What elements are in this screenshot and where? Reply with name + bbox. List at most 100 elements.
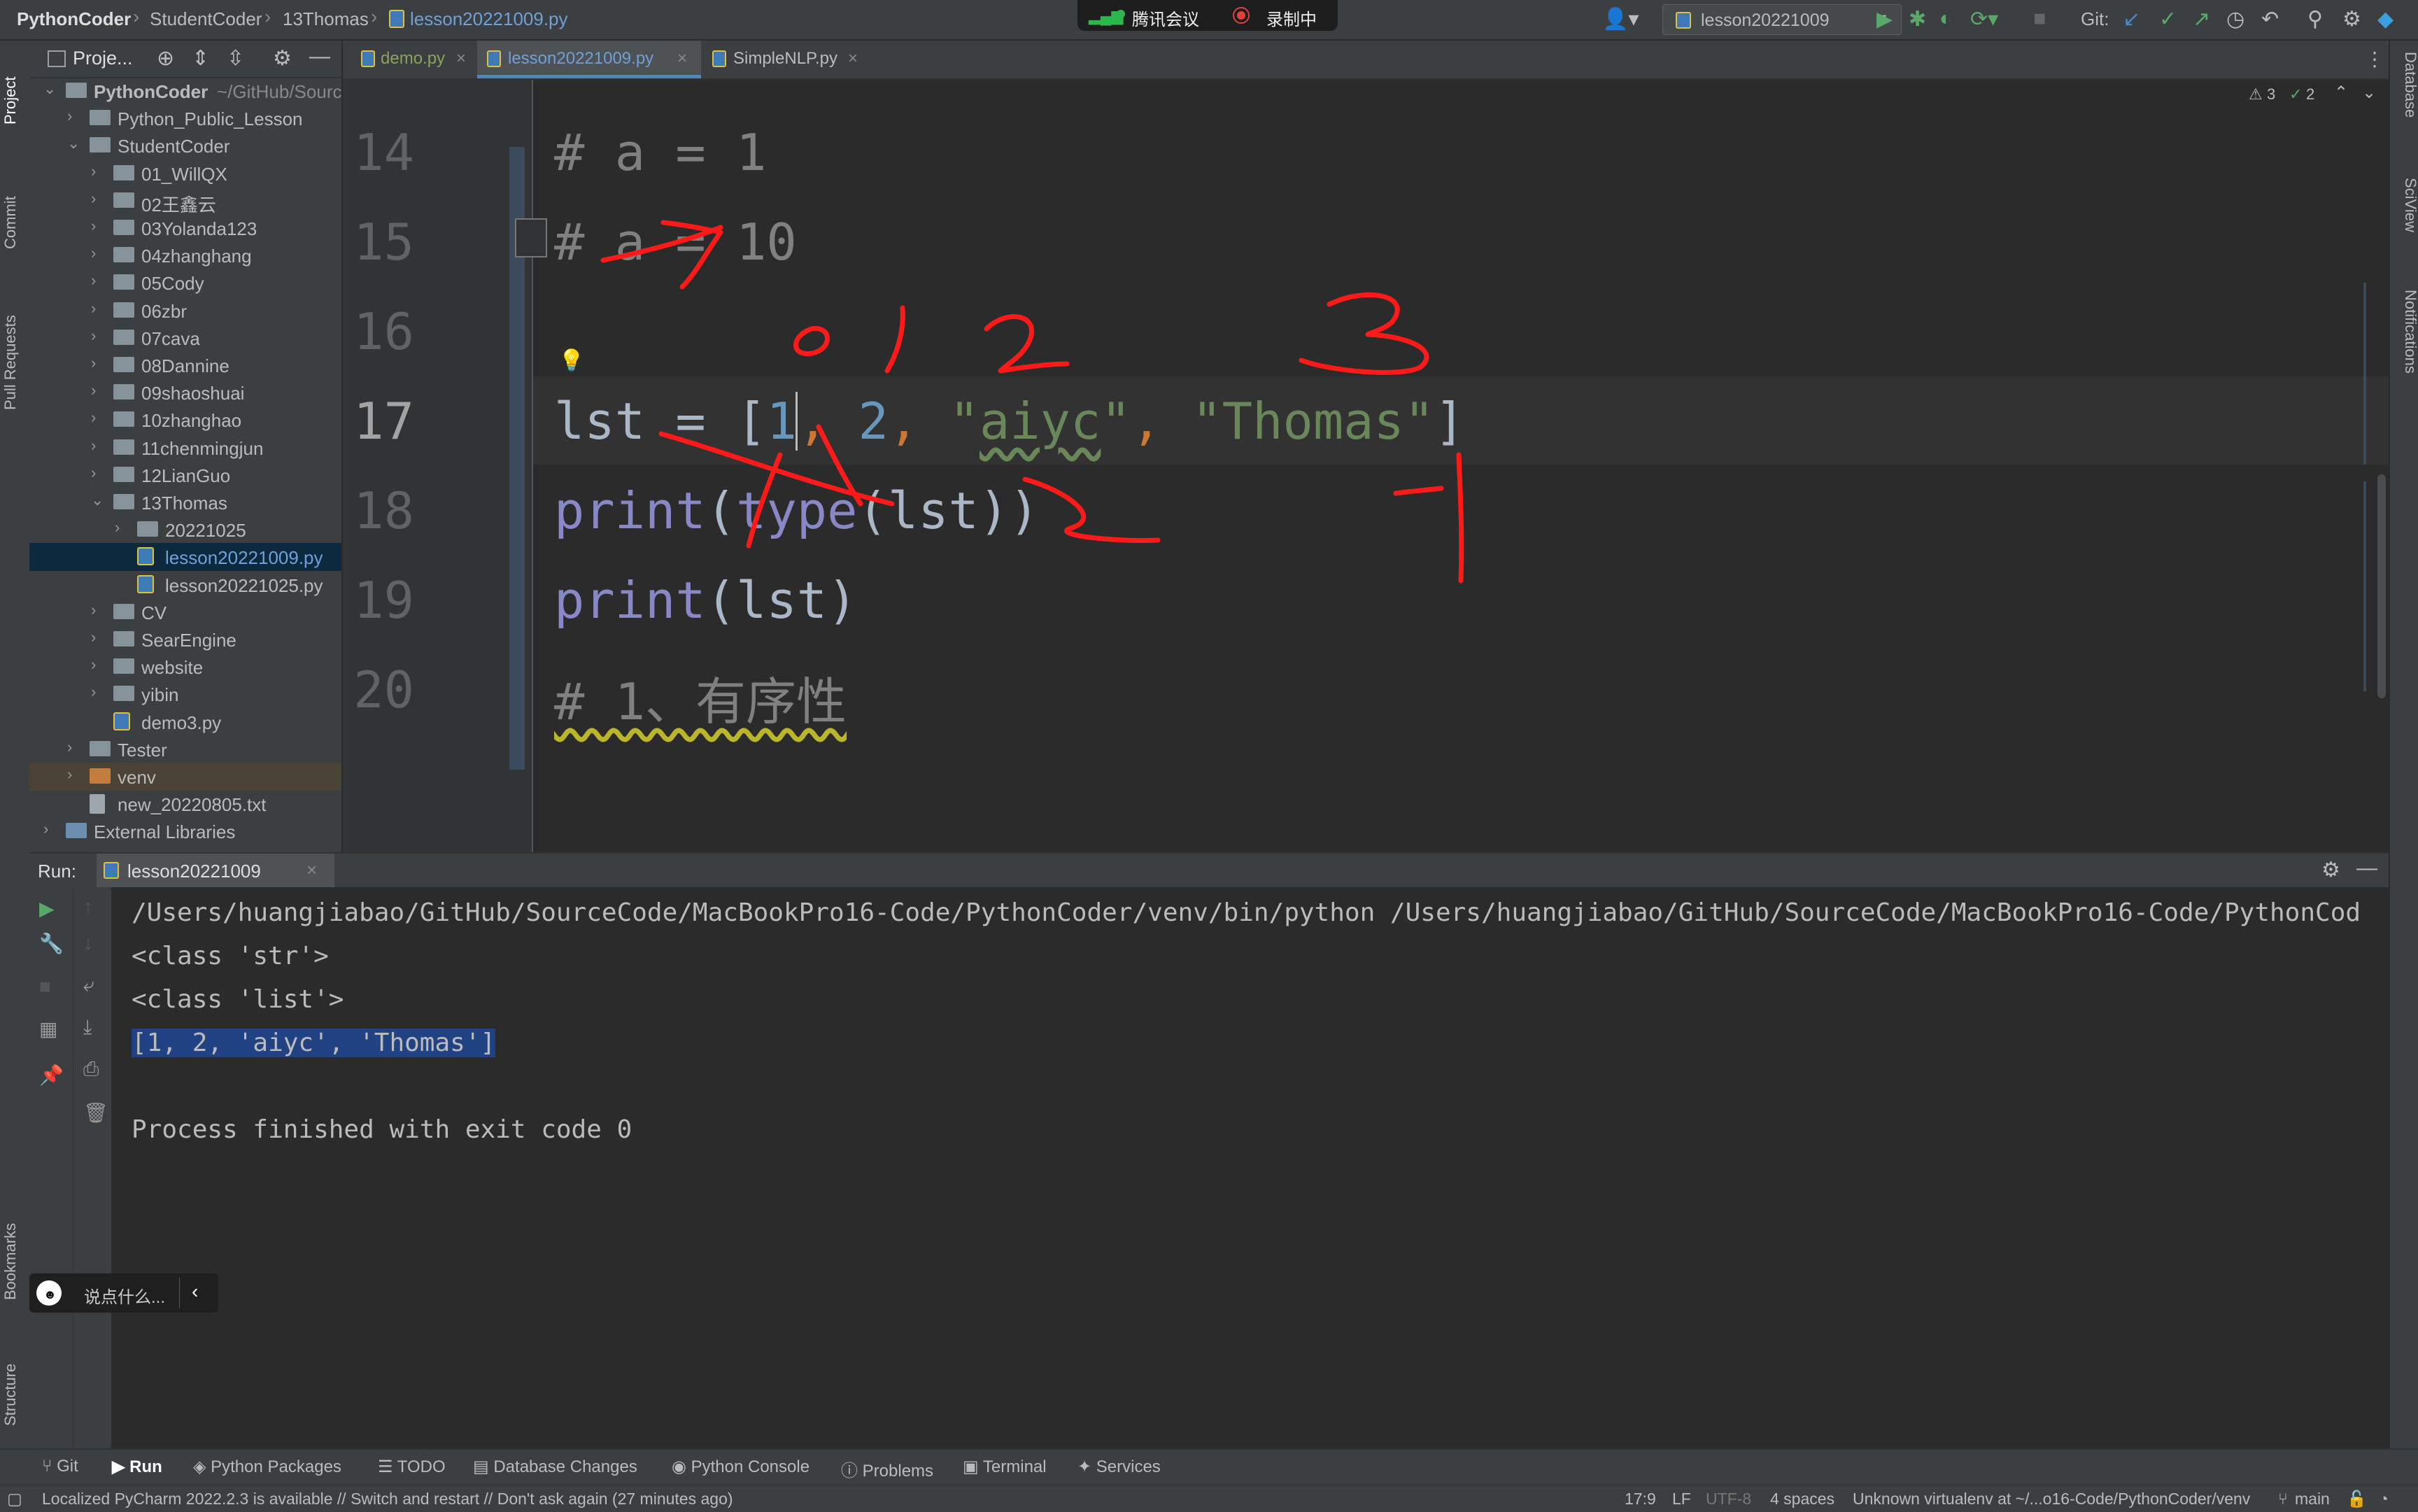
indent-setting[interactable]: 4 spaces (1770, 1490, 1834, 1509)
collapse-all-icon[interactable]: ⇳ (227, 46, 244, 71)
warning-icon[interactable]: ⚠ (2249, 85, 2263, 104)
chevron-right-icon[interactable]: › (91, 271, 96, 290)
chevron-down-icon[interactable]: ⌄ (43, 80, 56, 98)
chevron-right-icon[interactable]: › (91, 656, 96, 674)
chevron-down-icon[interactable]: ⌄ (67, 134, 80, 153)
breadcrumb-13thomas[interactable]: 13Thomas (283, 8, 369, 30)
chevron-right-icon[interactable]: › (91, 601, 96, 619)
tree-item[interactable]: › 04zhanghang (29, 241, 341, 269)
run-tab[interactable]: lesson20221009 × (97, 854, 334, 887)
stop-icon[interactable]: ■ (2033, 7, 2046, 31)
tree-item[interactable]: › venv (29, 763, 341, 791)
tree-item[interactable]: › Tester (29, 735, 341, 763)
tree-item[interactable]: › External Libraries (29, 817, 341, 845)
pin-icon[interactable]: 📌 (39, 1064, 64, 1087)
tree-item[interactable]: lesson20221009.py (29, 543, 341, 572)
tree-item[interactable]: › CV (29, 598, 341, 626)
git-commit-icon[interactable]: ✓ (2159, 7, 2177, 31)
breadcrumb-project[interactable]: PythonCoder (17, 8, 131, 30)
chevron-right-icon[interactable]: › (91, 299, 96, 318)
chevron-right-icon[interactable]: › (67, 765, 72, 784)
chevron-right-icon[interactable]: › (91, 437, 96, 455)
close-icon[interactable]: × (677, 49, 687, 69)
tab-lesson20221009[interactable]: lesson20221009.py × (477, 41, 701, 78)
wrench-icon[interactable]: 🔧 (39, 932, 64, 955)
editor-scrollbar[interactable] (2377, 474, 2386, 698)
tool-tab-problems[interactable]: ⓘ Problems (841, 1457, 933, 1481)
tool-tab-pull-requests[interactable]: Pull Requests (1, 292, 28, 432)
caret-position[interactable]: 17:9 (1625, 1490, 1656, 1509)
chevron-right-icon[interactable]: › (91, 217, 96, 235)
tree-item[interactable]: › 07cava (29, 324, 341, 352)
tool-tab-terminal[interactable]: ▣ Terminal (963, 1457, 1047, 1477)
line-separator[interactable]: LF (1672, 1490, 1691, 1509)
tool-tab-sciview[interactable]: SciView (2393, 178, 2418, 276)
chevron-right-icon[interactable]: › (91, 409, 96, 427)
chevron-right-icon[interactable]: › (115, 518, 120, 537)
memory-icon[interactable]: ◔ (2379, 1490, 2389, 1509)
history-icon[interactable]: ◷ (2226, 7, 2244, 31)
tree-item[interactable]: lesson20221025.py (29, 571, 341, 599)
tree-item[interactable]: › yibin (29, 680, 341, 708)
down-icon[interactable]: ↓ (83, 932, 93, 954)
file-encoding[interactable]: UTF-8 (1706, 1490, 1751, 1509)
meeting-indicator[interactable]: ▂▄▆ 腾讯会议 录制中 (1077, 0, 1338, 31)
tool-tab-commit[interactable]: Commit (1, 174, 28, 271)
close-icon[interactable]: × (456, 49, 466, 69)
stop-icon[interactable]: ■ (39, 975, 51, 998)
tool-tab-database-changes[interactable]: ▤ Database Changes (473, 1457, 637, 1477)
tree-item[interactable]: › 11chenmingjun (29, 434, 341, 462)
chevron-down-icon[interactable]: ⌄ (91, 491, 104, 509)
code-line-14[interactable]: # a = 1 (554, 123, 766, 182)
git-update-icon[interactable]: ↙ (2123, 7, 2140, 31)
git-branch[interactable]: main (2295, 1490, 2330, 1509)
gear-icon[interactable]: ⚙ (2342, 7, 2361, 31)
tab-demo[interactable]: demo.py × (355, 41, 474, 78)
soft-wrap-icon[interactable]: ⤶ (83, 974, 94, 997)
code-line-20[interactable]: # 1、有序性 (554, 660, 847, 734)
trash-icon[interactable]: 🗑 (83, 1101, 108, 1124)
chevron-right-icon[interactable]: › (91, 354, 96, 372)
chevron-right-icon[interactable]: › (43, 820, 48, 838)
up-icon[interactable]: ↑ (83, 896, 93, 918)
chevron-right-icon[interactable]: › (91, 683, 96, 701)
tree-item[interactable]: › 03Yolanda123 (29, 214, 341, 242)
tree-item[interactable]: › 01_WillQX (29, 160, 341, 188)
tool-tab-bookmarks[interactable]: Bookmarks (1, 1202, 28, 1321)
tool-tab-structure[interactable]: Structure (1, 1342, 28, 1447)
locate-icon[interactable]: ⊕ (157, 46, 174, 71)
run-config-select[interactable]: lesson20221009 ▾ (1662, 4, 1902, 35)
weak-warning-icon[interactable]: ✓ (2289, 85, 2302, 104)
layout-icon[interactable]: ▦ (39, 1017, 57, 1040)
code-line-17[interactable]: lst = [1, 2, "aiyc", "Thomas"] (554, 392, 1465, 451)
user-icon[interactable]: 👤▾ (1602, 7, 1639, 31)
tab-simplenlp[interactable]: SimpleNLP.py × (704, 41, 872, 78)
chevron-right-icon[interactable]: › (91, 162, 96, 181)
tree-item[interactable]: › 05Cody (29, 269, 341, 297)
tool-tab-database[interactable]: Database (2393, 52, 2418, 164)
chevron-right-icon[interactable]: › (67, 738, 72, 756)
search-icon[interactable]: ⚲ (2307, 7, 2323, 31)
tree-item[interactable]: demo3.py (29, 708, 341, 736)
status-message[interactable]: Localized PyCharm 2022.2.3 is available … (42, 1490, 733, 1509)
chevron-right-icon[interactable]: › (91, 244, 96, 262)
code-line-19[interactable]: print(lst) (554, 571, 858, 630)
chevron-right-icon[interactable]: › (91, 190, 96, 208)
tool-tab-project[interactable]: Project (1, 52, 28, 150)
debug-icon[interactable]: ✱ (1909, 7, 1926, 31)
tree-item[interactable]: ⌄ StudentCoder (29, 132, 341, 160)
chevron-right-icon[interactable]: › (91, 628, 96, 647)
breadcrumb-file[interactable]: lesson20221009.py (410, 8, 568, 30)
rollback-icon[interactable]: ↶ (2261, 7, 2279, 31)
hide-icon[interactable]: — (2356, 856, 2377, 880)
tool-tab-git[interactable]: ⑂ Git (42, 1457, 78, 1476)
code-line-18[interactable]: print(type(lst)) (554, 481, 1040, 540)
tree-item[interactable]: › 20221025 (29, 516, 341, 544)
gear-icon[interactable]: ⚙ (2321, 858, 2340, 882)
run-icon[interactable]: ▶ (1876, 7, 1893, 31)
print-icon[interactable]: ⎙ (83, 1058, 99, 1081)
tree-item[interactable]: › 06zbr (29, 297, 341, 325)
tool-tab-todo[interactable]: ☰ TODO (378, 1457, 446, 1477)
collapse-chevron-icon[interactable]: ‹ (192, 1280, 198, 1303)
tree-item[interactable]: › 02王鑫云 (29, 187, 341, 216)
